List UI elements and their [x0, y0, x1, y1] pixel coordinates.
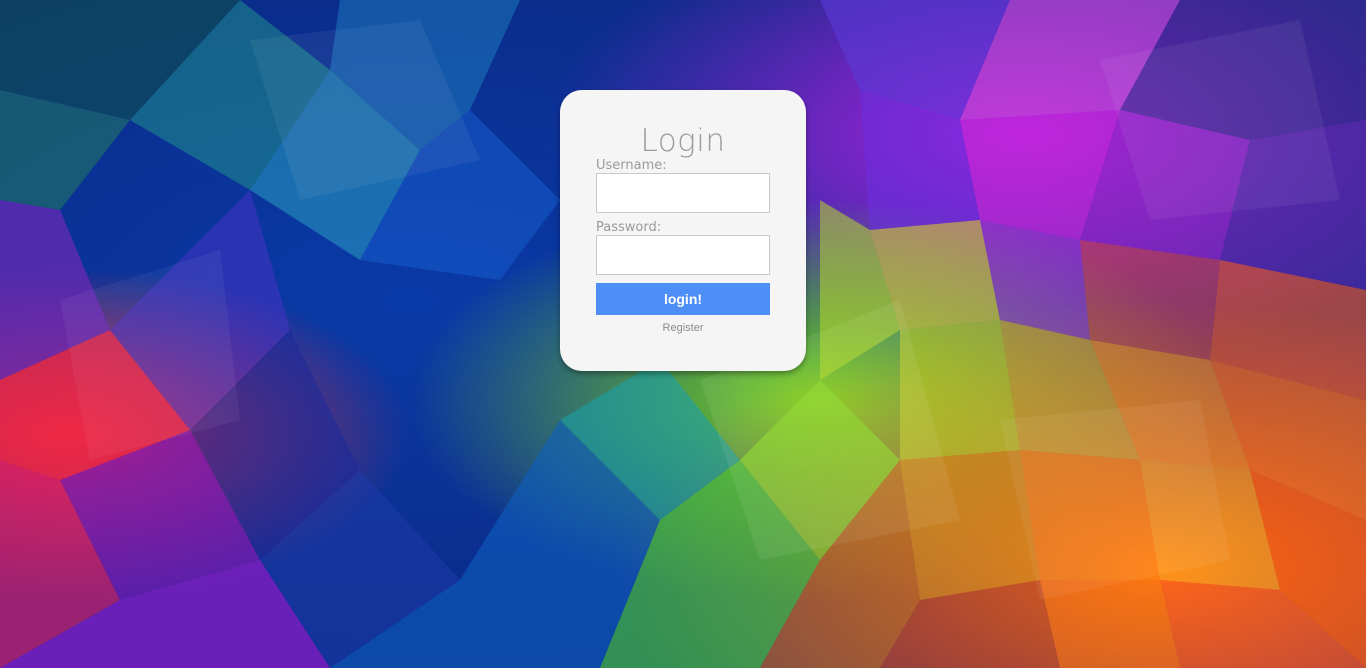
login-title: Login	[640, 123, 726, 159]
login-card: Login Username: Password: login! Registe…	[560, 90, 806, 371]
username-input[interactable]	[596, 173, 770, 213]
password-input[interactable]	[596, 235, 770, 275]
login-button[interactable]: login!	[596, 283, 770, 315]
password-label: Password:	[596, 220, 662, 235]
register-link[interactable]: Register	[560, 322, 806, 334]
username-label: Username:	[596, 158, 667, 173]
